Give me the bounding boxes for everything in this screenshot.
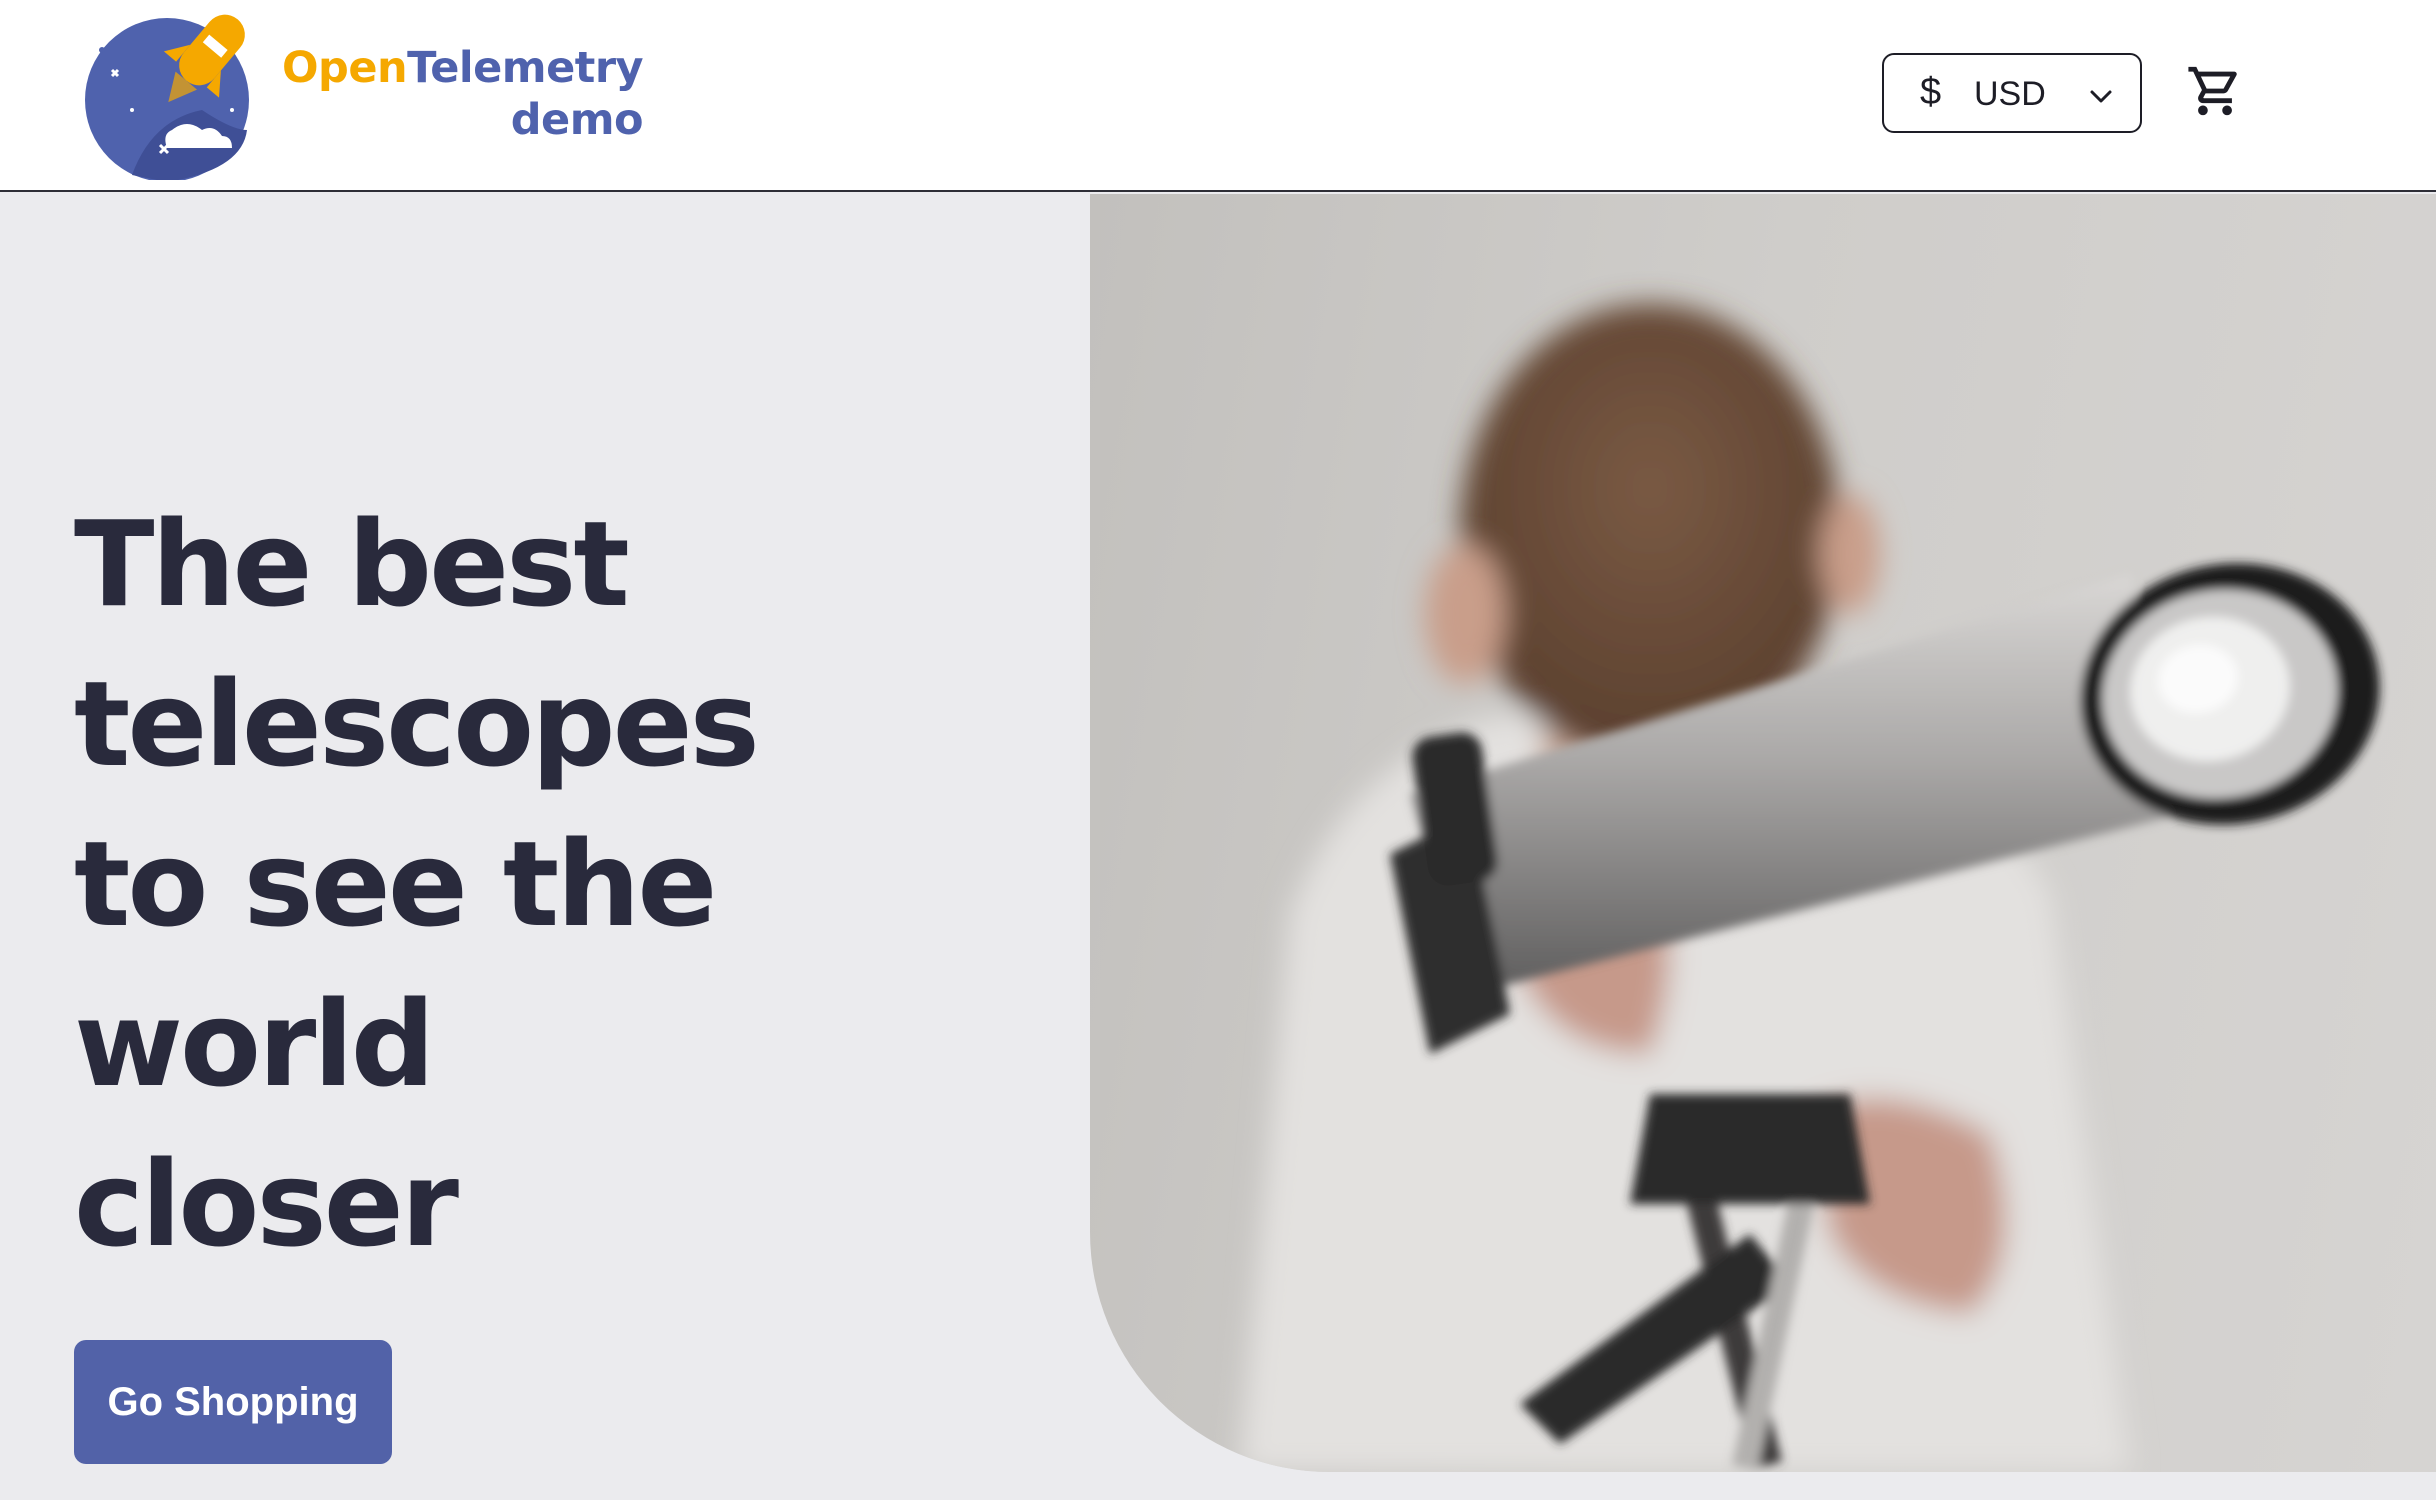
site-header: OpenTelemetry demo $ USD [0,0,2436,192]
logo-word-telemetry: Telemetry [407,43,644,93]
headline-line: telescopes [74,655,760,793]
go-shopping-button[interactable]: Go Shopping [74,1340,392,1464]
currency-symbol: $ [1920,71,1942,113]
logo-word-demo: demo [510,95,644,145]
logo-wordmark: OpenTelemetry demo [282,42,644,146]
shopping-cart-icon[interactable] [2186,62,2244,120]
rocket-planet-icon [85,14,249,180]
hero-image [1090,194,2436,1472]
currency-code: USD [1974,75,2046,113]
headline-line: world [74,975,435,1113]
chevron-down-icon [2090,90,2112,103]
headline-line: The best [74,495,630,633]
hero-headline: The best telescopes to see the world clo… [74,484,834,1284]
logo-word-open: Open [282,43,408,93]
headline-line: to see the [74,815,717,953]
home-logo-link[interactable]: OpenTelemetry demo [72,0,652,180]
headline-line: closer [74,1135,459,1273]
currency-select[interactable]: $ USD [1882,53,2142,133]
hero-text-panel: The best telescopes to see the world clo… [0,194,1090,1500]
